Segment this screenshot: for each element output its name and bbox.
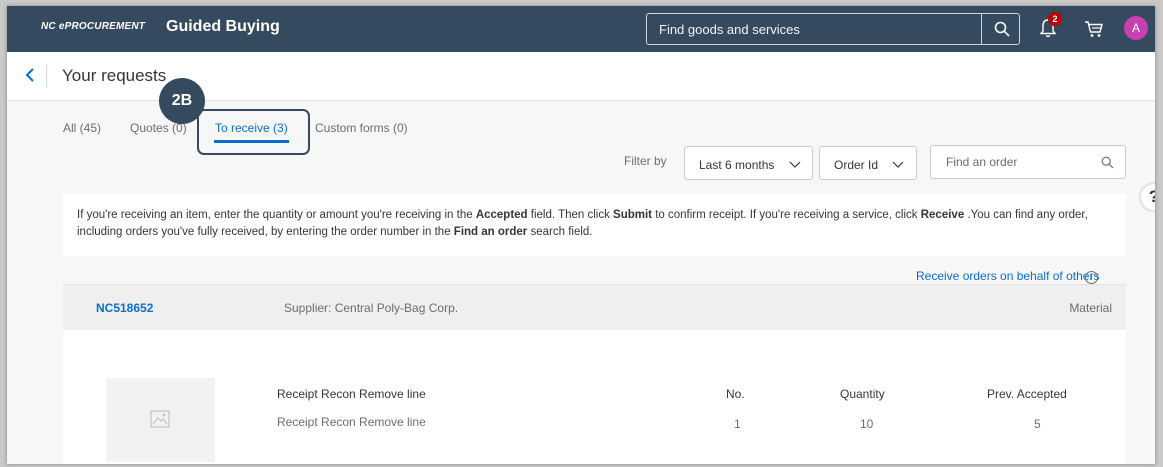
search-field-dropdown[interactable]: Order Id bbox=[819, 146, 917, 180]
col-header-no: No. bbox=[726, 387, 745, 401]
item-thumbnail bbox=[106, 378, 215, 462]
item-description: Receipt Recon Remove line bbox=[277, 415, 426, 429]
info-submit: Submit bbox=[613, 209, 653, 221]
tab-all[interactable]: All (45) bbox=[63, 121, 101, 135]
find-order-search bbox=[930, 145, 1126, 179]
chevron-down-icon bbox=[892, 161, 904, 168]
shell-header: NC ePROCUREMENT Guided Buying 2 A bbox=[7, 6, 1155, 52]
search-input[interactable] bbox=[648, 15, 978, 43]
image-placeholder-icon bbox=[150, 410, 170, 428]
tab-highlight-callout bbox=[197, 109, 310, 155]
info-icon[interactable]: i bbox=[1085, 271, 1098, 284]
info-accepted: Accepted bbox=[475, 209, 528, 221]
info-find-order: Find an order bbox=[453, 226, 528, 238]
back-chevron-icon[interactable] bbox=[24, 67, 36, 83]
period-dropdown[interactable]: Last 6 months bbox=[684, 146, 813, 180]
app-window: NC ePROCUREMENT Guided Buying 2 A bbox=[7, 6, 1155, 464]
order-type: Material bbox=[1069, 301, 1112, 315]
find-order-input[interactable] bbox=[932, 147, 1092, 177]
item-prev-accepted: 5 bbox=[1034, 417, 1041, 431]
search-icon[interactable] bbox=[994, 21, 1010, 37]
item-name: Receipt Recon Remove line bbox=[277, 387, 426, 401]
info-text: If you're receiving an item, enter the q… bbox=[77, 209, 476, 221]
col-header-prev-accepted: Prev. Accepted bbox=[987, 387, 1067, 401]
search-divider bbox=[981, 14, 982, 44]
order-id-link[interactable]: NC518652 bbox=[96, 301, 153, 315]
info-receive: Receive bbox=[920, 209, 965, 221]
help-icon[interactable]: ? bbox=[1139, 182, 1155, 212]
step-callout-badge: 2B bbox=[159, 78, 205, 124]
title-divider bbox=[46, 65, 47, 87]
filter-label: Filter by bbox=[624, 154, 667, 168]
user-avatar[interactable]: A bbox=[1124, 16, 1148, 40]
item-line-no: 1 bbox=[734, 417, 741, 431]
info-text: to confirm receipt. If you're receiving … bbox=[652, 209, 921, 221]
search-field-value: Order Id bbox=[834, 158, 879, 172]
info-text: search field. bbox=[527, 226, 593, 238]
order-line-item: Receipt Recon Remove line Receipt Recon … bbox=[63, 330, 1126, 464]
tab-custom-forms[interactable]: Custom forms (0) bbox=[315, 121, 408, 135]
notification-count-badge: 2 bbox=[1048, 12, 1062, 26]
period-value: Last 6 months bbox=[699, 158, 775, 172]
app-title[interactable]: Guided Buying bbox=[166, 18, 280, 36]
info-text: field. Then click bbox=[527, 209, 614, 221]
search-icon[interactable] bbox=[1101, 156, 1114, 169]
brand-logo[interactable]: NC ePROCUREMENT bbox=[41, 21, 145, 32]
receive-on-behalf-link[interactable]: Receive orders on behalf of others bbox=[916, 269, 1099, 283]
col-header-quantity: Quantity bbox=[840, 387, 885, 401]
cart-icon[interactable] bbox=[1084, 19, 1104, 39]
item-quantity: 10 bbox=[860, 417, 874, 431]
global-search bbox=[646, 13, 1020, 45]
page-title: Your requests bbox=[62, 66, 167, 85]
order-supplier: Supplier: Central Poly-Bag Corp. bbox=[284, 301, 459, 315]
order-header: NC518652 Supplier: Central Poly-Bag Corp… bbox=[63, 284, 1126, 330]
chevron-down-icon bbox=[789, 161, 801, 168]
receiving-instructions: If you're receiving an item, enter the q… bbox=[63, 194, 1126, 256]
